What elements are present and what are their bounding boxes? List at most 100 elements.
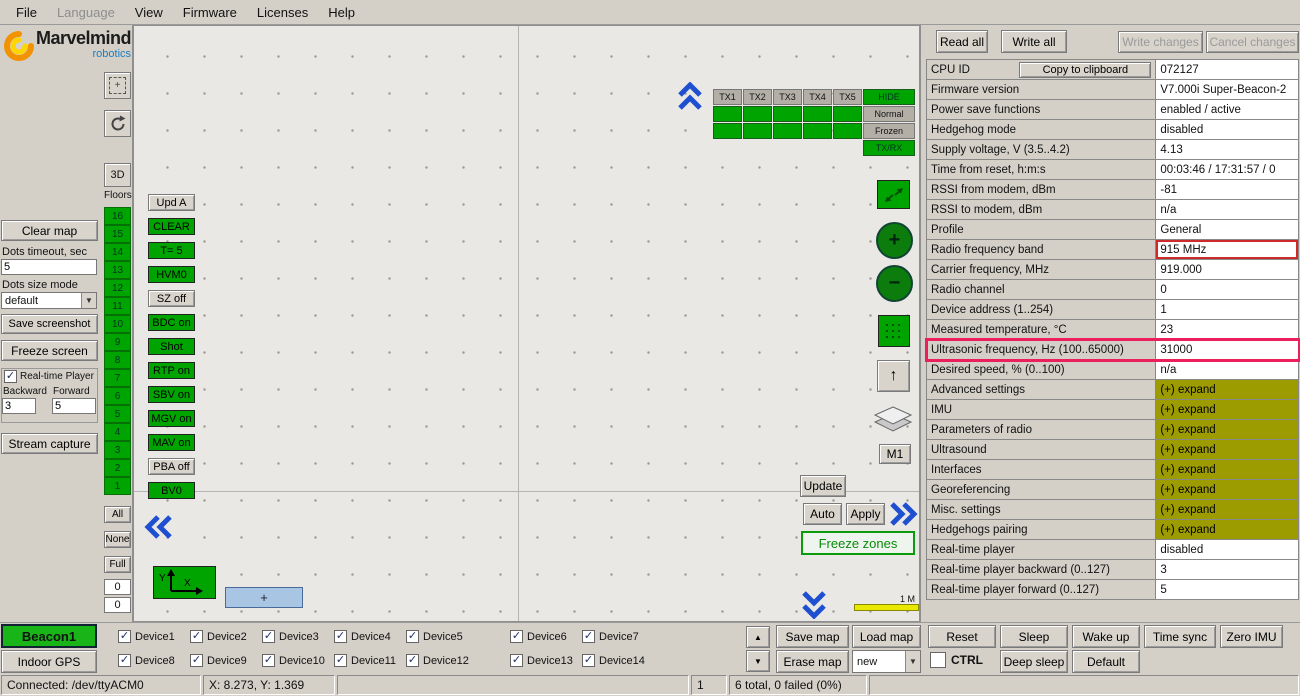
menu-view[interactable]: View	[125, 1, 173, 24]
floor-button[interactable]: 13	[104, 261, 131, 279]
param-value[interactable]: 5	[1156, 580, 1299, 600]
floor-button[interactable]: 8	[104, 351, 131, 369]
trace-dots-icon[interactable]	[878, 315, 910, 347]
device2-checkbox[interactable]: ✓	[190, 630, 203, 643]
param-value[interactable]: 3	[1156, 560, 1299, 580]
device1-checkbox[interactable]: ✓	[118, 630, 131, 643]
mgv-on-button[interactable]: MGV on	[148, 410, 195, 427]
floor-button[interactable]: 10	[104, 315, 131, 333]
tx1-header[interactable]: TX1	[713, 89, 742, 105]
update-button[interactable]: Update	[800, 475, 846, 497]
erase-map-button[interactable]: Erase map	[776, 650, 849, 673]
deep-sleep-button[interactable]: Deep sleep	[1000, 650, 1068, 673]
upd-a-button[interactable]: Upd A	[148, 194, 195, 211]
map-canvas[interactable]: Upd A CLEAR T= 5 HVM0 SZ off BDC on Shot…	[133, 25, 920, 622]
normal-button[interactable]: Normal	[863, 106, 915, 122]
floor-button[interactable]: 11	[104, 297, 131, 315]
ctrl-checkbox-item[interactable]: CTRL	[930, 652, 983, 668]
clear-button[interactable]: CLEAR	[148, 218, 195, 235]
floor-button[interactable]: 16	[104, 207, 131, 225]
apply-button[interactable]: Apply	[846, 503, 885, 525]
param-value[interactable]: 1	[1156, 300, 1299, 320]
device5-checkbox[interactable]: ✓	[406, 630, 419, 643]
axes-orientation-icon[interactable]: Y X	[153, 566, 216, 599]
tx4-header[interactable]: TX4	[803, 89, 832, 105]
realtime-player-checkbox[interactable]: ✓	[4, 370, 17, 383]
txrx-button[interactable]: TX/RX	[863, 140, 915, 156]
floor-button[interactable]: 12	[104, 279, 131, 297]
param-value[interactable]: 072127	[1156, 60, 1299, 80]
sz-off-button[interactable]: SZ off	[148, 290, 195, 307]
floor-button[interactable]: 14	[104, 243, 131, 261]
freeze-screen-button[interactable]: Freeze screen	[1, 340, 98, 361]
floor-button[interactable]: 15	[104, 225, 131, 243]
device12-checkbox[interactable]: ✓	[406, 654, 419, 667]
tx-cell[interactable]	[743, 123, 772, 139]
fit-view-icon[interactable]	[877, 180, 910, 209]
device14-checkbox-item[interactable]: ✓Device14	[582, 654, 645, 667]
pan-left-icon[interactable]	[144, 514, 174, 540]
tx-cell[interactable]	[833, 106, 862, 122]
floor-button[interactable]: 5	[104, 405, 131, 423]
expand-toggle[interactable]: (+) expand	[1156, 400, 1299, 420]
device9-checkbox[interactable]: ✓	[190, 654, 203, 667]
menu-file[interactable]: File	[6, 1, 47, 24]
device11-checkbox[interactable]: ✓	[334, 654, 347, 667]
tx-cell[interactable]	[713, 123, 742, 139]
expand-toggle[interactable]: (+) expand	[1156, 460, 1299, 480]
tx-cell[interactable]	[773, 106, 802, 122]
stream-capture-button[interactable]: Stream capture	[1, 433, 98, 454]
read-all-button[interactable]: Read all	[936, 30, 988, 53]
layers-icon[interactable]	[871, 404, 915, 436]
backward-input[interactable]	[2, 398, 36, 414]
param-value[interactable]: 4.13	[1156, 140, 1299, 160]
param-value[interactable]: 919.000	[1156, 260, 1299, 280]
bdc-on-button[interactable]: BDC on	[148, 314, 195, 331]
select-move-icon[interactable]: +	[104, 72, 131, 99]
device10-checkbox-item[interactable]: ✓Device10	[262, 654, 325, 667]
device6-checkbox-item[interactable]: ✓Device6	[510, 630, 567, 643]
device13-checkbox[interactable]: ✓	[510, 654, 523, 667]
copy-to-clipboard-button[interactable]: Copy to clipboard	[1019, 62, 1151, 78]
forward-input[interactable]	[52, 398, 96, 414]
sbv-on-button[interactable]: SBV on	[148, 386, 195, 403]
t5-button[interactable]: T= 5	[148, 242, 195, 259]
menu-help[interactable]: Help	[318, 1, 365, 24]
param-value[interactable]: disabled	[1156, 540, 1299, 560]
device2-checkbox-item[interactable]: ✓Device2	[190, 630, 247, 643]
expand-toggle[interactable]: (+) expand	[1156, 520, 1299, 540]
floor-button[interactable]: 6	[104, 387, 131, 405]
clear-map-button[interactable]: Clear map	[1, 220, 98, 241]
device1-checkbox-item[interactable]: ✓Device1	[118, 630, 175, 643]
zoom-in-icon[interactable]: +	[876, 222, 913, 259]
save-map-button[interactable]: Save map	[776, 625, 849, 648]
realtime-player-checkbox-row[interactable]: ✓ Real-time Player	[4, 370, 94, 383]
expand-toggle[interactable]: (+) expand	[1156, 500, 1299, 520]
shot-button[interactable]: Shot	[148, 338, 195, 355]
tx-cell[interactable]	[803, 106, 832, 122]
m1-button[interactable]: M1	[879, 444, 911, 464]
param-value[interactable]: n/a	[1156, 360, 1299, 380]
tx-cell[interactable]	[773, 123, 802, 139]
param-value[interactable]: V7.000i Super-Beacon-2	[1156, 80, 1299, 100]
pan-right-icon[interactable]	[888, 501, 918, 527]
device3-checkbox[interactable]: ✓	[262, 630, 275, 643]
device3-checkbox-item[interactable]: ✓Device3	[262, 630, 319, 643]
floor-button[interactable]: 1	[104, 477, 131, 495]
device7-checkbox[interactable]: ✓	[582, 630, 595, 643]
ctrl-checkbox[interactable]	[930, 652, 946, 668]
expand-toggle[interactable]: (+) expand	[1156, 480, 1299, 500]
load-map-button[interactable]: Load map	[852, 625, 921, 648]
device9-checkbox-item[interactable]: ✓Device9	[190, 654, 247, 667]
param-value[interactable]: disabled	[1156, 120, 1299, 140]
floor-button[interactable]: 4	[104, 423, 131, 441]
device5-checkbox-item[interactable]: ✓Device5	[406, 630, 463, 643]
up-arrow-button[interactable]: ↑	[877, 360, 910, 392]
hide-button[interactable]: HIDE	[863, 89, 915, 105]
wake-up-button[interactable]: Wake up	[1072, 625, 1140, 648]
tx-cell[interactable]	[743, 106, 772, 122]
view-3d-button[interactable]: 3D	[104, 163, 131, 187]
tx5-header[interactable]: TX5	[833, 89, 862, 105]
sleep-button[interactable]: Sleep	[1000, 625, 1068, 648]
param-value[interactable]: 00:03:46 / 17:31:57 / 0	[1156, 160, 1299, 180]
